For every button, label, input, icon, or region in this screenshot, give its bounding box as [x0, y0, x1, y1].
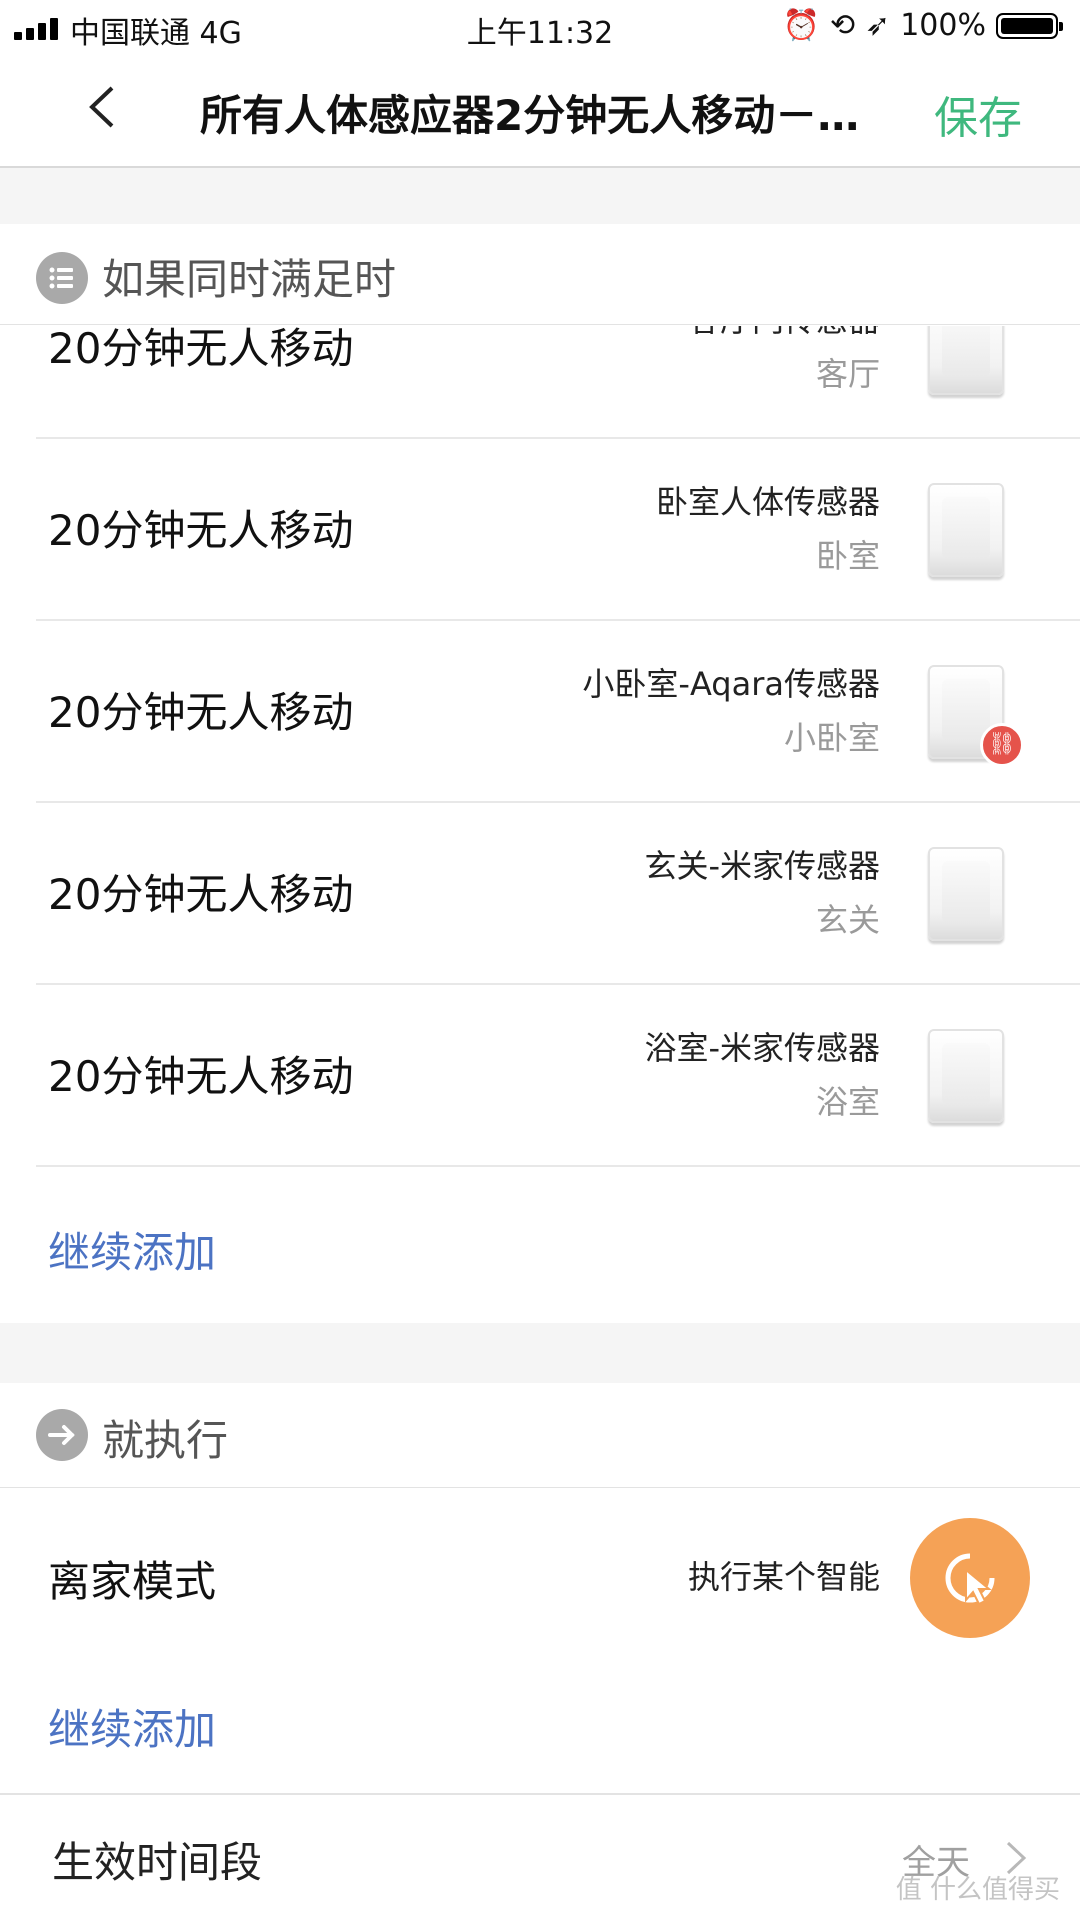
condition-label: 20分钟无人移动: [48, 506, 354, 555]
battery-percent: 100%: [900, 8, 986, 43]
add-action-link[interactable]: 继续添加: [48, 1696, 216, 1757]
device-name: 卧室人体传感器: [655, 483, 880, 521]
room-name: 小卧室: [783, 719, 880, 757]
device-name: 玄关-米家传感器: [644, 847, 880, 885]
device-name: 小卧室-Aqara传感器: [582, 665, 880, 703]
action-name: 离家模式: [48, 1557, 217, 1606]
if-section-header: 如果同时满足时: [0, 224, 1080, 325]
sensor-icon: [928, 847, 1004, 941]
then-section-title: 就执行: [102, 1416, 229, 1465]
sensor-icon: [928, 326, 1004, 395]
condition-label: 20分钟无人移动: [48, 1052, 354, 1101]
condition-label: 20分钟无人移动: [48, 870, 354, 919]
unlink-icon: ⛓: [980, 723, 1024, 767]
condition-row[interactable]: 20分钟无人移动 浴室-米家传感器 浴室: [0, 985, 1080, 1167]
room-name: 浴室: [815, 1083, 880, 1121]
condition-row[interactable]: 20分钟无人移动 玄关-米家传感器 玄关: [0, 803, 1080, 985]
status-bar: 中国联通 4G 上午11:32 ⏰ ⟲ ➶ 100%: [0, 0, 1080, 52]
save-button[interactable]: 保存: [934, 82, 1022, 146]
then-section-header: 就执行: [0, 1383, 1080, 1488]
cursor-icon: [910, 1518, 1030, 1638]
add-condition-link[interactable]: 继续添加: [48, 1219, 216, 1280]
room-name: 卧室: [815, 537, 880, 575]
if-add-row: 继续添加: [0, 1167, 1080, 1323]
sensor-icon: [928, 1029, 1004, 1123]
page-title: 所有人体感应器2分钟无人移动－…: [200, 91, 860, 140]
condition-list-clip: 20分钟无人移动 客厅门传感器 客厅: [0, 326, 1080, 439]
rotation-lock-icon: ⟲: [829, 8, 856, 43]
alarm-icon: ⏰: [782, 8, 820, 43]
navigation-bar: 所有人体感应器2分钟无人移动－… 保存: [0, 52, 1080, 168]
room-name: 客厅: [815, 355, 880, 393]
action-row[interactable]: 离家模式 执行某个智能: [0, 1488, 1080, 1668]
room-name: 玄关: [815, 901, 880, 939]
status-right: ⏰ ⟲ ➶ 100%: [782, 8, 1063, 43]
section-gap: [0, 1323, 1080, 1383]
action-detail: 执行某个智能: [687, 1558, 880, 1596]
location-icon: ➶: [865, 8, 891, 43]
arrow-right-icon: [36, 1409, 88, 1461]
section-gap: [0, 168, 1080, 224]
watermark: 值 什么值得买: [895, 1875, 1060, 1905]
device-name: 浴室-米家传感器: [644, 1029, 880, 1067]
sensor-icon: [928, 483, 1004, 577]
condition-label: 20分钟无人移动: [48, 688, 354, 737]
device-name: 客厅门传感器: [688, 326, 880, 341]
effective-time-label: 生效时间段: [52, 1838, 263, 1887]
condition-row[interactable]: 20分钟无人移动 卧室人体传感器 卧室: [0, 439, 1080, 621]
list-icon: [36, 252, 88, 304]
condition-label: 20分钟无人移动: [48, 326, 354, 373]
back-icon[interactable]: [82, 82, 122, 132]
battery-icon: [996, 12, 1063, 39]
condition-row[interactable]: 20分钟无人移动 客厅门传感器 客厅: [0, 326, 1080, 439]
condition-row[interactable]: 20分钟无人移动 小卧室-Aqara传感器 小卧室 ⛓: [0, 621, 1080, 803]
then-add-row: 继续添加: [0, 1668, 1080, 1793]
if-section-title: 如果同时满足时: [102, 255, 397, 304]
